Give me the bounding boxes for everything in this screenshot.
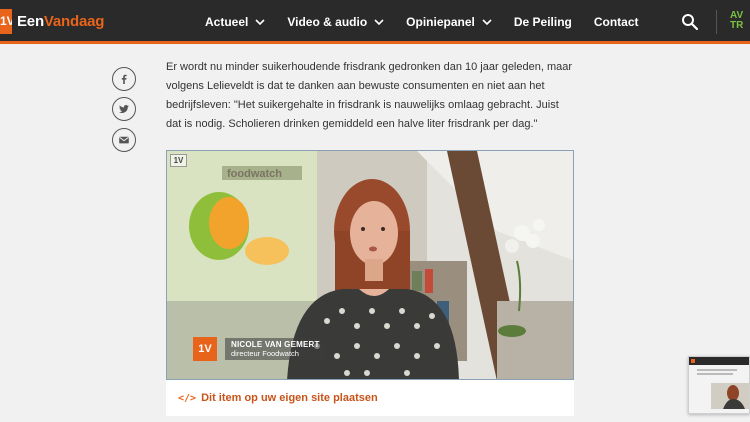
lower-third-caption: NICOLE VAN GEMERT directeur Foodwatch [225,338,326,360]
top-navigation-bar: 1V EenVandaag Actueel Video & audio Opin… [0,0,750,44]
nav-label: Contact [593,15,639,29]
corner-logo-line2: TR [730,20,744,31]
chevron-down-icon [374,19,384,26]
share-email-button[interactable] [112,128,136,152]
embed-item-link[interactable]: </> Dit item op uw eigen site plaatsen [166,380,574,416]
main-nav: Actueel Video & audio Opiniepanel De Pei… [205,0,661,44]
nav-label: De Peiling [513,15,572,29]
video-badge: 1V [170,154,187,167]
mail-icon [119,136,129,144]
chevron-down-icon [482,19,492,26]
share-twitter-button[interactable] [112,97,136,121]
svg-text:foodwatch: foodwatch [227,168,282,180]
twitter-icon [119,105,129,113]
nav-item-contact[interactable]: Contact [594,15,639,29]
lower-third: 1V NICOLE VAN GEMERT directeur Foodwatch [193,337,326,361]
nav-label: Video & audio [287,15,368,29]
nav-item-actueel[interactable]: Actueel [205,15,265,29]
nav-label: Opiniepanel [406,15,475,29]
lower-third-logo: 1V [193,337,217,361]
video-player[interactable]: foodwatch 1V 1V NICOLE VAN GEMERT direct… [166,150,574,380]
header-divider [716,10,717,34]
logo-text-een: Een [17,13,44,30]
preview-image [689,357,749,413]
nav-item-video-audio[interactable]: Video & audio [287,15,384,29]
search-icon[interactable] [680,12,700,32]
avrotros-logo[interactable]: AV TR [730,11,750,31]
share-facebook-button[interactable] [112,67,136,91]
embed-label: Dit item op uw eigen site plaatsen [201,392,378,404]
logo-text-vandaag: Vandaag [43,13,105,30]
speaker-role: directeur Foodwatch [231,349,299,358]
logo-text: EenVandaag [17,13,104,30]
nav-item-opiniepanel[interactable]: Opiniepanel [406,15,492,29]
logo-mark: 1V [0,9,12,34]
speaker-name: NICOLE VAN GEMERT [231,340,320,349]
code-icon: </> [178,392,197,404]
nav-label: Actueel [205,15,249,29]
chevron-down-icon [255,19,265,26]
site-logo[interactable]: 1V EenVandaag [0,9,104,34]
article-paragraph: Er wordt nu minder suikerhoudende frisdr… [166,61,573,130]
nav-item-de-peiling[interactable]: De Peiling [514,15,572,29]
video-thumbnail-preview[interactable] [688,356,750,414]
facebook-icon [121,74,127,84]
